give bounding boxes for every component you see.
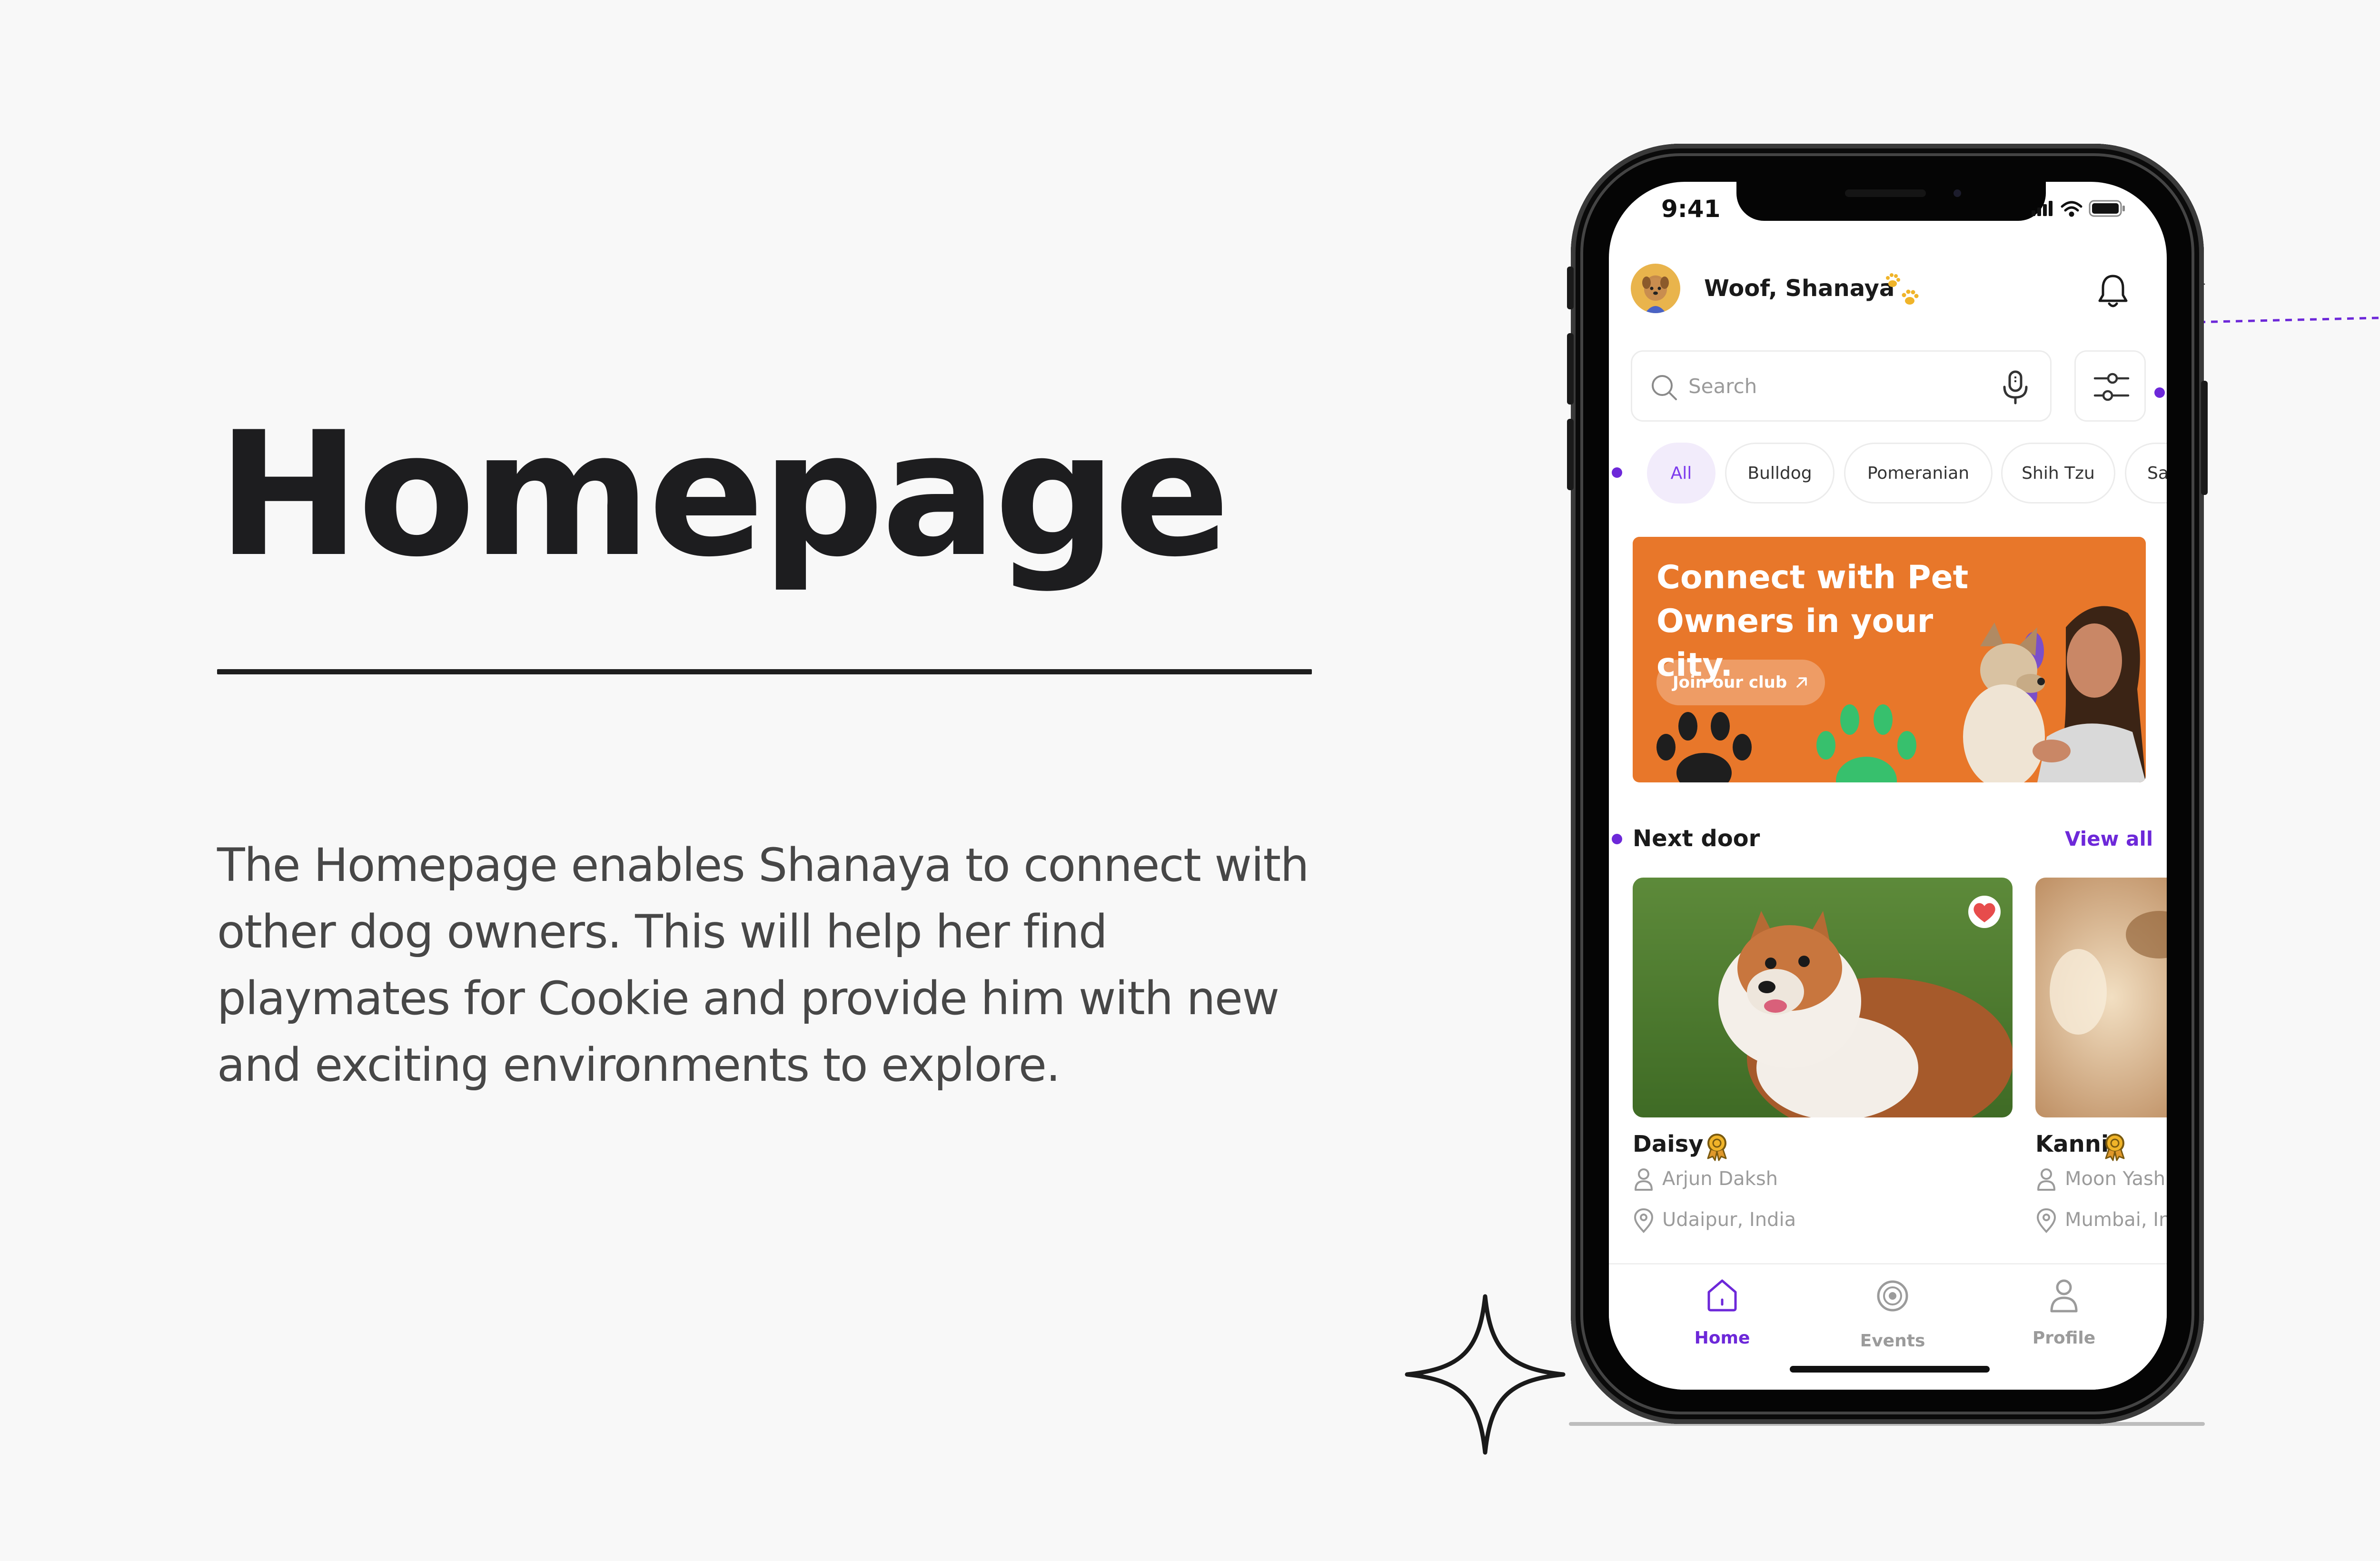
battery-icon [2089, 200, 2125, 217]
phone-power-button [2201, 381, 2208, 495]
dog-name-kanni: Kanni [2035, 1131, 2109, 1157]
sparkle-icon [1405, 1294, 1566, 1455]
search-input[interactable]: Search [1688, 375, 1757, 398]
award-badge-icon [1707, 1134, 1727, 1161]
search-icon [1652, 375, 1677, 400]
pomeranian-photo [1633, 878, 2013, 1117]
section-title-next-door: Next door [1633, 825, 1760, 852]
home-indicator [1790, 1366, 1990, 1373]
events-icon [1877, 1280, 1908, 1312]
phone-mute-switch [1567, 267, 1574, 309]
dog-photo-kanni [2035, 878, 2167, 1117]
page-title: Homepage [217, 395, 1230, 594]
owner-icon [2037, 1168, 2055, 1191]
profile-icon [2050, 1279, 2078, 1313]
owner-icon [1635, 1168, 1653, 1191]
woman-with-dog-photo [1963, 606, 2146, 782]
paw-green-illustration [1816, 704, 1916, 782]
chip-shih-tzu[interactable]: Shih Tzu [2001, 443, 2115, 504]
notch-speaker [1845, 189, 1926, 197]
chip-pomeranian[interactable]: Pomeranian [1844, 443, 1993, 504]
greeting-text: Woof, Shanaya [1704, 275, 1895, 302]
phone-volume-down [1567, 419, 1574, 490]
favorite-heart-icon[interactable] [1967, 896, 2002, 928]
phone-volume-up [1567, 333, 1574, 405]
annotation-dot [1612, 834, 1622, 844]
sliders-icon [2093, 373, 2130, 401]
location-pin-icon [1634, 1208, 1654, 1233]
dog-card-image-kanni[interactable] [2035, 878, 2167, 1117]
join-club-label: Join our club [1673, 673, 1787, 692]
dog-avatar-illustration [1642, 277, 1669, 313]
join-club-button[interactable]: Join our club [1656, 660, 1825, 705]
promo-banner[interactable]: Connect with Pet Owners in your city. Jo… [1633, 537, 2146, 782]
owner-name-kanni: Moon Yash [2065, 1168, 2166, 1190]
award-badge-icon [2105, 1134, 2125, 1161]
annotation-dot [2154, 387, 2165, 398]
wifi-icon [2061, 201, 2082, 217]
notification-bell-icon[interactable] [2096, 272, 2130, 310]
notch-camera [1954, 189, 1961, 197]
nav-events-label: Events [1860, 1331, 1925, 1351]
location-pin-icon [2036, 1208, 2056, 1233]
title-divider [217, 669, 1312, 674]
search-bar[interactable]: Search [1631, 350, 2052, 422]
location-kanni: Mumbai, India [2065, 1209, 2167, 1231]
nav-profile-label: Profile [2032, 1328, 2096, 1348]
page-description: The Homepage enables Shanaya to connect … [217, 839, 1309, 1092]
home-icon [1707, 1279, 1737, 1312]
dog-card-image-daisy[interactable] [1633, 878, 2013, 1117]
view-all-link[interactable]: View all [2065, 827, 2153, 850]
microphone-icon[interactable] [1999, 369, 2032, 406]
filter-button[interactable] [2074, 350, 2146, 422]
chip-bulldog[interactable]: Bulldog [1725, 443, 1835, 504]
signal-icon [2032, 201, 2053, 216]
nav-home[interactable]: Home [1651, 1277, 1794, 1358]
phone-notch [1736, 182, 2046, 221]
status-icons [2032, 200, 2125, 217]
paw-prints-icon [1886, 273, 1919, 305]
nav-events[interactable]: Events [1821, 1277, 1964, 1358]
nav-home-label: Home [1694, 1328, 1750, 1348]
banner-title-line-1: Connect with Pet [1656, 559, 1969, 596]
arrow-up-right-icon [1796, 677, 1807, 688]
chip-all[interactable]: All [1647, 443, 1716, 504]
paw-black-illustration [1656, 712, 1752, 782]
location-daisy: Udaipur, India [1662, 1209, 1796, 1231]
user-avatar[interactable] [1631, 264, 1680, 313]
annotation-dot [1612, 467, 1622, 478]
status-time: 9:41 [1661, 195, 1721, 223]
phone-screen: 9:41 Woof, Shanaya Search All Bulldog Po… [1609, 182, 2167, 1390]
nav-profile[interactable]: Profile [1993, 1277, 2135, 1358]
chip-samoyed[interactable]: Samoyed [2125, 443, 2167, 504]
owner-name-daisy: Arjun Daksh [1662, 1168, 1778, 1190]
dog-name-daisy: Daisy [1633, 1131, 1704, 1157]
